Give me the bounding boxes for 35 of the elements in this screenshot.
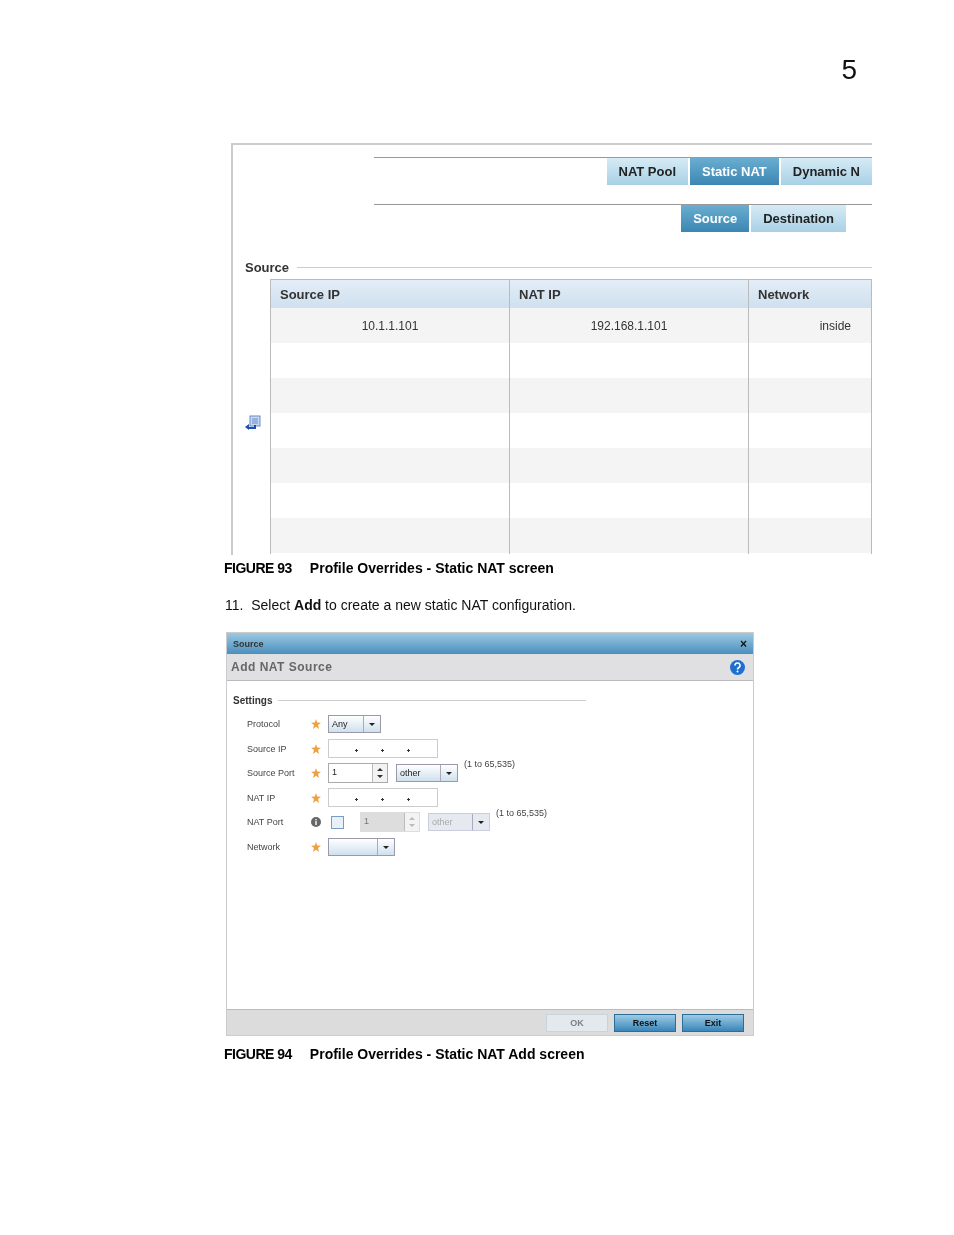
table-cell: 10.1.1.101 (361, 318, 419, 333)
table-cell: inside (819, 318, 851, 333)
figure-caption: Profile Overrides - Static NAT screen (309, 560, 554, 576)
dialog-header: Add NAT Source (231, 660, 333, 674)
tab[interactable]: Destination (751, 205, 846, 232)
dropdown[interactable]: other (396, 764, 458, 783)
field-label: NAT IP (247, 792, 277, 803)
dropdown[interactable] (328, 837, 395, 856)
field-label: Source IP (247, 743, 288, 754)
ip-address-field[interactable] (328, 739, 438, 759)
help-icon[interactable] (730, 659, 745, 675)
tab[interactable]: Dynamic N (780, 158, 872, 185)
close-button[interactable]: × (740, 636, 747, 651)
range-hint: (1 to 65,535) (496, 808, 548, 818)
table-cell: 192.168.1.101 (590, 318, 668, 333)
field-label: Source Port (247, 768, 296, 779)
range-hint: (1 to 65,535) (464, 759, 516, 769)
section-title: Settings (233, 695, 273, 706)
step-text: 11. Select Add to create a new static NAT configuration. (225, 597, 577, 613)
figure-label: FIGURE 94 (224, 1046, 292, 1062)
field-label: Protocol (247, 719, 282, 730)
dialog-title: Source (233, 638, 264, 649)
figure-caption: Profile Overrides - Static NAT Add screen (309, 1046, 585, 1062)
port-spinner[interactable]: 1 (328, 763, 388, 784)
dropdown[interactable]: Any (328, 715, 381, 734)
dialog-button[interactable]: Exit (682, 1013, 744, 1032)
field-label: NAT Port (247, 817, 285, 828)
field-label: Network (247, 841, 281, 852)
chapter-number: 5 (841, 54, 857, 86)
ip-address-field[interactable] (328, 788, 438, 808)
add-row-icon[interactable] (244, 415, 261, 430)
figure-label: FIGURE 93 (224, 560, 292, 576)
tab[interactable]: NAT Pool (606, 158, 689, 185)
dialog-button[interactable]: Reset (614, 1013, 676, 1032)
section-title: Source (245, 260, 290, 275)
